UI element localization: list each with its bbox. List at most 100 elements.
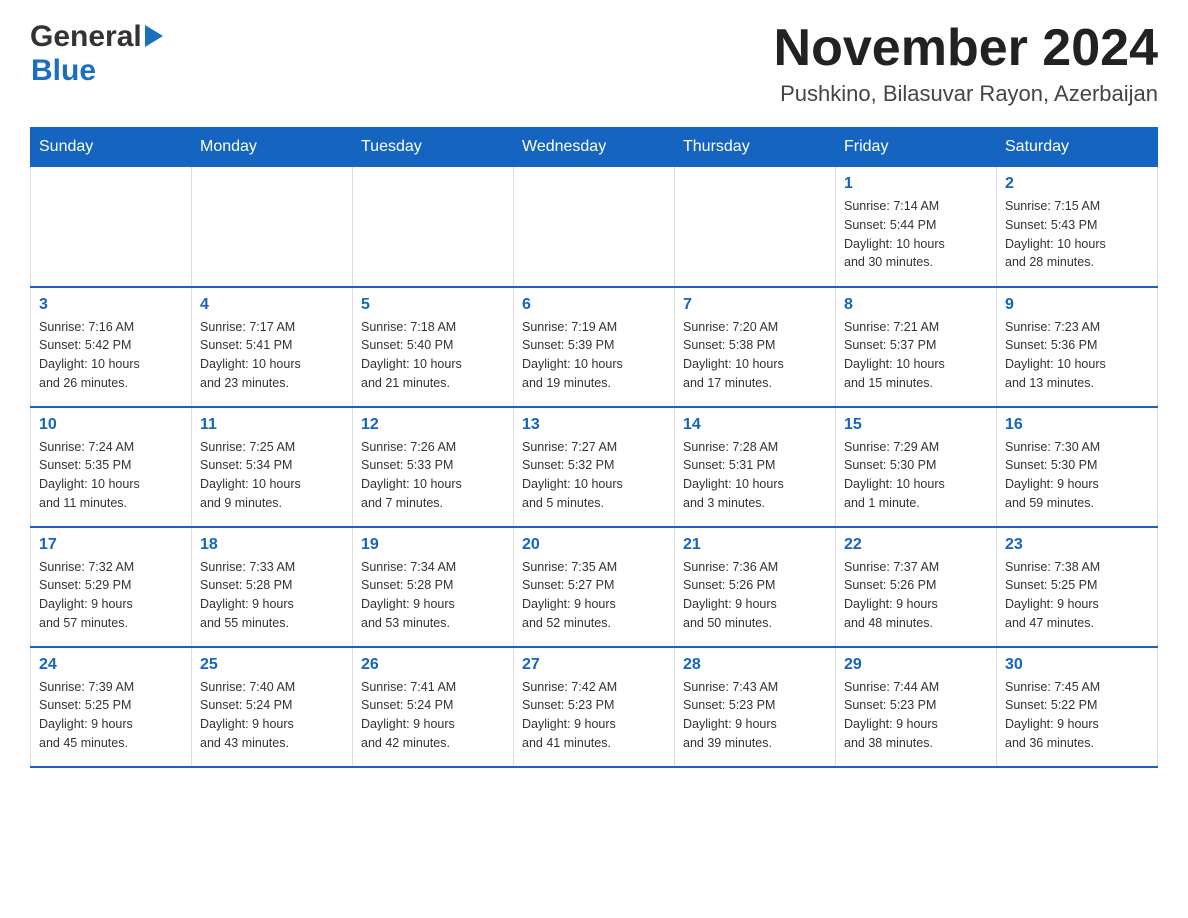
calendar-cell: 4 Sunrise: 7:17 AMSunset: 5:41 PMDaylight…	[192, 287, 353, 407]
day-number: 7	[683, 296, 827, 314]
calendar-week-4: 17 Sunrise: 7:32 AMSunset: 5:29 PMDayligh…	[31, 527, 1158, 647]
day-info: Sunrise: 7:26 AMSunset: 5:33 PMDaylight:…	[361, 438, 505, 513]
day-number: 27	[522, 656, 666, 674]
day-info: Sunrise: 7:27 AMSunset: 5:32 PMDaylight:…	[522, 438, 666, 513]
day-info: Sunrise: 7:25 AMSunset: 5:34 PMDaylight:…	[200, 438, 344, 513]
calendar-cell: 27 Sunrise: 7:42 AMSunset: 5:23 PMDayligh…	[514, 647, 675, 767]
header-thursday: Thursday	[675, 128, 836, 167]
day-number: 21	[683, 536, 827, 554]
day-info: Sunrise: 7:41 AMSunset: 5:24 PMDaylight:…	[361, 678, 505, 753]
calendar-cell: 17 Sunrise: 7:32 AMSunset: 5:29 PMDayligh…	[31, 527, 192, 647]
calendar-cell: 3 Sunrise: 7:16 AMSunset: 5:42 PMDaylight…	[31, 287, 192, 407]
day-number: 28	[683, 656, 827, 674]
calendar-cell: 13 Sunrise: 7:27 AMSunset: 5:32 PMDayligh…	[514, 407, 675, 527]
day-number: 20	[522, 536, 666, 554]
day-number: 3	[39, 296, 183, 314]
calendar-week-3: 10Sunrise: 7:24 AMSunset: 5:35 PMDayligh…	[31, 407, 1158, 527]
calendar-cell: 28 Sunrise: 7:43 AMSunset: 5:23 PMDayligh…	[675, 647, 836, 767]
day-number: 15	[844, 416, 988, 434]
day-info: Sunrise: 7:29 AMSunset: 5:30 PMDaylight:…	[844, 438, 988, 513]
calendar-cell	[353, 167, 514, 287]
calendar-cell: 15 Sunrise: 7:29 AMSunset: 5:30 PMDayligh…	[836, 407, 997, 527]
logo-general-text: General	[30, 20, 142, 54]
month-title: November 2024	[774, 20, 1158, 77]
day-number: 12	[361, 416, 505, 434]
day-info: Sunrise: 7:21 AMSunset: 5:37 PMDaylight:…	[844, 318, 988, 393]
day-info: Sunrise: 7:17 AMSunset: 5:41 PMDaylight:…	[200, 318, 344, 393]
location-title: Pushkino, Bilasuvar Rayon, Azerbaijan	[774, 81, 1158, 107]
day-info: Sunrise: 7:43 AMSunset: 5:23 PMDaylight:…	[683, 678, 827, 753]
calendar-cell: 30Sunrise: 7:45 AMSunset: 5:22 PMDayligh…	[997, 647, 1158, 767]
day-info: Sunrise: 7:37 AMSunset: 5:26 PMDaylight:…	[844, 558, 988, 633]
calendar-cell: 11 Sunrise: 7:25 AMSunset: 5:34 PMDayligh…	[192, 407, 353, 527]
calendar-cell: 18Sunrise: 7:33 AMSunset: 5:28 PMDayligh…	[192, 527, 353, 647]
calendar-cell: 16 Sunrise: 7:30 AMSunset: 5:30 PMDayligh…	[997, 407, 1158, 527]
calendar-week-5: 24Sunrise: 7:39 AMSunset: 5:25 PMDayligh…	[31, 647, 1158, 767]
calendar-cell: 29 Sunrise: 7:44 AMSunset: 5:23 PMDayligh…	[836, 647, 997, 767]
day-number: 8	[844, 296, 988, 314]
day-info: Sunrise: 7:36 AMSunset: 5:26 PMDaylight:…	[683, 558, 827, 633]
day-number: 13	[522, 416, 666, 434]
calendar-cell	[675, 167, 836, 287]
calendar-week-2: 3 Sunrise: 7:16 AMSunset: 5:42 PMDaylight…	[31, 287, 1158, 407]
day-number: 29	[844, 656, 988, 674]
day-info: Sunrise: 7:45 AMSunset: 5:22 PMDaylight:…	[1005, 678, 1149, 753]
calendar-cell: 24Sunrise: 7:39 AMSunset: 5:25 PMDayligh…	[31, 647, 192, 767]
calendar-cell: 1 Sunrise: 7:14 AMSunset: 5:44 PMDaylight…	[836, 167, 997, 287]
day-number: 5	[361, 296, 505, 314]
day-info: Sunrise: 7:32 AMSunset: 5:29 PMDaylight:…	[39, 558, 183, 633]
day-info: Sunrise: 7:16 AMSunset: 5:42 PMDaylight:…	[39, 318, 183, 393]
day-number: 23	[1005, 536, 1149, 554]
calendar-cell: 21 Sunrise: 7:36 AMSunset: 5:26 PMDayligh…	[675, 527, 836, 647]
logo: General Blue	[30, 20, 163, 88]
day-number: 9	[1005, 296, 1149, 314]
header-saturday: Saturday	[997, 128, 1158, 167]
calendar-cell	[514, 167, 675, 287]
calendar-cell: 25Sunrise: 7:40 AMSunset: 5:24 PMDayligh…	[192, 647, 353, 767]
day-info: Sunrise: 7:30 AMSunset: 5:30 PMDaylight:…	[1005, 438, 1149, 513]
day-info: Sunrise: 7:38 AMSunset: 5:25 PMDaylight:…	[1005, 558, 1149, 633]
calendar-table: SundayMondayTuesdayWednesdayThursdayFrid…	[30, 127, 1158, 768]
day-info: Sunrise: 7:34 AMSunset: 5:28 PMDaylight:…	[361, 558, 505, 633]
calendar-header-row: SundayMondayTuesdayWednesdayThursdayFrid…	[31, 128, 1158, 167]
day-number: 1	[844, 175, 988, 193]
page-header: General Blue November 2024 Pushkino, Bil…	[30, 20, 1158, 107]
day-info: Sunrise: 7:14 AMSunset: 5:44 PMDaylight:…	[844, 197, 988, 272]
calendar-cell: 6 Sunrise: 7:19 AMSunset: 5:39 PMDaylight…	[514, 287, 675, 407]
calendar-week-1: 1 Sunrise: 7:14 AMSunset: 5:44 PMDaylight…	[31, 167, 1158, 287]
day-info: Sunrise: 7:33 AMSunset: 5:28 PMDaylight:…	[200, 558, 344, 633]
day-number: 17	[39, 536, 183, 554]
day-info: Sunrise: 7:20 AMSunset: 5:38 PMDaylight:…	[683, 318, 827, 393]
day-number: 2	[1005, 175, 1149, 193]
day-number: 4	[200, 296, 344, 314]
calendar-cell: 20 Sunrise: 7:35 AMSunset: 5:27 PMDayligh…	[514, 527, 675, 647]
day-info: Sunrise: 7:40 AMSunset: 5:24 PMDaylight:…	[200, 678, 344, 753]
header-sunday: Sunday	[31, 128, 192, 167]
calendar-cell: 23 Sunrise: 7:38 AMSunset: 5:25 PMDayligh…	[997, 527, 1158, 647]
day-number: 6	[522, 296, 666, 314]
header-tuesday: Tuesday	[353, 128, 514, 167]
day-info: Sunrise: 7:23 AMSunset: 5:36 PMDaylight:…	[1005, 318, 1149, 393]
calendar-cell: 2Sunrise: 7:15 AMSunset: 5:43 PMDaylight…	[997, 167, 1158, 287]
day-number: 11	[200, 416, 344, 434]
day-info: Sunrise: 7:19 AMSunset: 5:39 PMDaylight:…	[522, 318, 666, 393]
day-info: Sunrise: 7:39 AMSunset: 5:25 PMDaylight:…	[39, 678, 183, 753]
calendar-cell: 22 Sunrise: 7:37 AMSunset: 5:26 PMDayligh…	[836, 527, 997, 647]
calendar-cell: 8 Sunrise: 7:21 AMSunset: 5:37 PMDaylight…	[836, 287, 997, 407]
day-info: Sunrise: 7:44 AMSunset: 5:23 PMDaylight:…	[844, 678, 988, 753]
calendar-cell: 9 Sunrise: 7:23 AMSunset: 5:36 PMDaylight…	[997, 287, 1158, 407]
day-info: Sunrise: 7:42 AMSunset: 5:23 PMDaylight:…	[522, 678, 666, 753]
calendar-cell: 7 Sunrise: 7:20 AMSunset: 5:38 PMDaylight…	[675, 287, 836, 407]
day-number: 22	[844, 536, 988, 554]
day-number: 14	[683, 416, 827, 434]
header-friday: Friday	[836, 128, 997, 167]
calendar-cell: 19 Sunrise: 7:34 AMSunset: 5:28 PMDayligh…	[353, 527, 514, 647]
day-info: Sunrise: 7:24 AMSunset: 5:35 PMDaylight:…	[39, 438, 183, 513]
day-info: Sunrise: 7:35 AMSunset: 5:27 PMDaylight:…	[522, 558, 666, 633]
logo-blue-text: Blue	[31, 54, 96, 87]
day-number: 19	[361, 536, 505, 554]
calendar-cell	[31, 167, 192, 287]
day-number: 16	[1005, 416, 1149, 434]
title-section: November 2024 Pushkino, Bilasuvar Rayon,…	[774, 20, 1158, 107]
calendar-cell: 5Sunrise: 7:18 AMSunset: 5:40 PMDaylight…	[353, 287, 514, 407]
